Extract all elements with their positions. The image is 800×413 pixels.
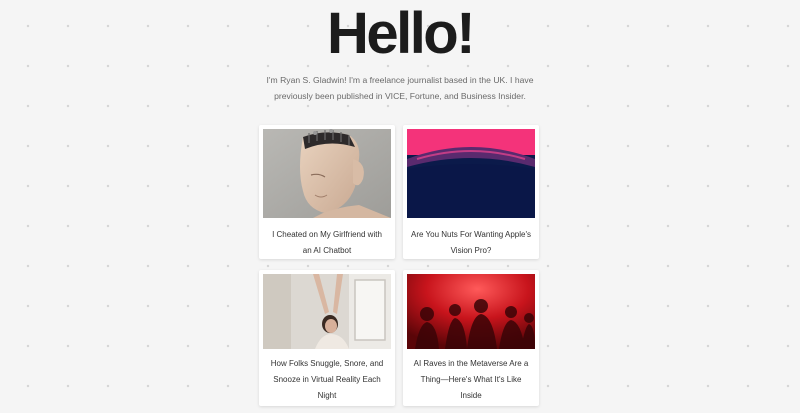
- intro-text: I'm Ryan S. Gladwin! I'm a freelance jou…: [266, 75, 534, 101]
- article-title[interactable]: AI Raves in the Metaverse Are a Thing—He…: [411, 356, 531, 404]
- woman-stretching-image[interactable]: [263, 274, 391, 349]
- vision-pro-headset-image[interactable]: [407, 129, 535, 218]
- article-title[interactable]: Are You Nuts For Wanting Apple's Vision …: [411, 227, 531, 259]
- article-card[interactable]: Are You Nuts For Wanting Apple's Vision …: [403, 125, 539, 259]
- robot-face-image[interactable]: [263, 129, 391, 218]
- article-title[interactable]: How Folks Snuggle, Snore, and Snooze in …: [267, 356, 387, 404]
- article-card[interactable]: AI Raves in the Metaverse Are a Thing—He…: [403, 270, 539, 406]
- page-title: Hello!: [326, 1, 476, 66]
- red-rave-crowd-image[interactable]: [407, 274, 535, 349]
- article-title[interactable]: I Cheated on My Girlfriend with an AI Ch…: [267, 227, 387, 259]
- article-card[interactable]: How Folks Snuggle, Snore, and Snooze in …: [259, 270, 395, 406]
- article-card[interactable]: I Cheated on My Girlfriend with an AI Ch…: [259, 125, 395, 259]
